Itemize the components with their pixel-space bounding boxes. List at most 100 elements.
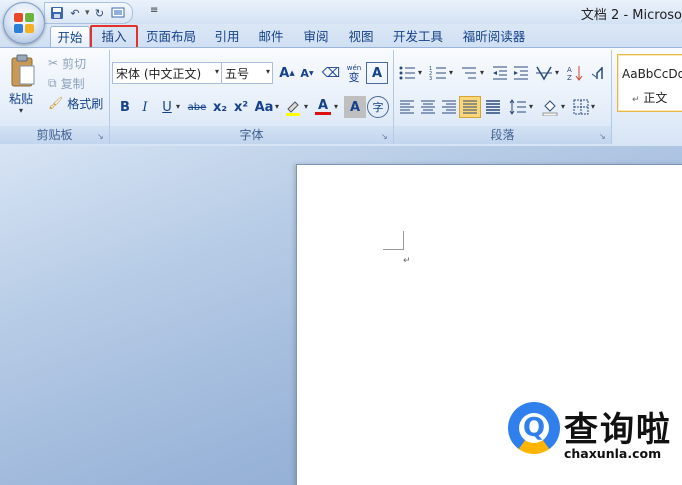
watermark-url: chaxunla.com xyxy=(564,446,662,461)
scissors-icon: ✂ xyxy=(48,56,59,70)
copy-button[interactable]: ⧉ 复制 xyxy=(48,74,85,92)
subscript-icon: x₂ xyxy=(212,99,228,115)
shrink-font-button[interactable]: A ▼ xyxy=(296,62,318,84)
paragraph-dialog-launcher-icon[interactable]: ↘ xyxy=(599,132,608,141)
multilevel-list-button[interactable] xyxy=(458,62,480,84)
font-size-value: 五号 xyxy=(225,67,250,81)
subscript-button[interactable]: x₂ xyxy=(209,96,231,118)
chinese-layout-icon xyxy=(536,66,552,81)
underline-button[interactable]: U xyxy=(156,96,178,118)
tab-foxit-reader[interactable]: 福昕阅读器 xyxy=(456,26,532,48)
align-left-button[interactable] xyxy=(396,96,418,118)
print-preview-icon[interactable] xyxy=(110,5,126,21)
enclose-characters-icon: 字 xyxy=(372,101,384,114)
tab-view[interactable]: 视图 xyxy=(342,26,380,48)
cut-label: 剪切 xyxy=(62,56,87,71)
italic-button[interactable]: I xyxy=(134,96,156,118)
grow-font-button[interactable]: A ▲ xyxy=(276,62,298,84)
font-size-combo[interactable]: 五号 ▾ xyxy=(221,62,273,84)
office-button[interactable] xyxy=(3,2,45,44)
ribbon-tab-bar: 开始 插入 页面布局 引用 邮件 审阅 视图 开发工具 福昕阅读器 xyxy=(0,24,682,49)
phonetic-char: 变 xyxy=(348,71,360,84)
decrease-indent-button[interactable] xyxy=(489,62,511,84)
numbering-dropdown-icon[interactable]: ▾ xyxy=(449,68,453,77)
save-icon[interactable] xyxy=(49,5,65,21)
line-spacing-dropdown-icon[interactable]: ▾ xyxy=(529,102,533,111)
superscript-button[interactable]: x² xyxy=(230,96,252,118)
paste-button[interactable]: 粘贴 ▾ xyxy=(2,50,42,124)
tab-insert[interactable]: 插入 xyxy=(90,25,138,49)
borders-dropdown-icon[interactable]: ▾ xyxy=(591,102,595,111)
cut-button[interactable]: ✂ 剪切 xyxy=(48,54,86,72)
multilevel-dropdown-icon[interactable]: ▾ xyxy=(480,68,484,77)
highlight-dropdown-icon[interactable]: ▾ xyxy=(304,102,308,111)
font-color-dropdown-icon[interactable]: ▾ xyxy=(334,102,338,111)
line-spacing-icon xyxy=(509,99,526,115)
clear-formatting-button[interactable]: ⌫ xyxy=(320,62,342,84)
shading-button[interactable] xyxy=(539,96,561,118)
tab-home[interactable]: 开始 xyxy=(50,26,90,49)
align-center-button[interactable] xyxy=(417,96,439,118)
show-marks-button[interactable] xyxy=(587,62,609,84)
change-case-dropdown-icon[interactable]: ▾ xyxy=(275,102,279,111)
copy-label: 复制 xyxy=(60,76,85,91)
bullets-button[interactable] xyxy=(396,62,418,84)
clipboard-dialog-launcher-icon[interactable]: ↘ xyxy=(97,132,106,141)
style-name: ↵ 正文 xyxy=(632,89,667,106)
eraser-icon: ⌫ xyxy=(321,65,341,81)
character-shading-button[interactable]: A xyxy=(344,96,366,118)
strikethrough-icon: abe xyxy=(187,101,207,113)
font-name-combo[interactable]: 宋体 (中文正文) ▾ xyxy=(112,62,222,84)
font-color-button[interactable]: A xyxy=(312,96,334,118)
phonetic-guide-button[interactable]: wén 变 xyxy=(343,62,365,84)
font-color-icon: A xyxy=(317,98,329,113)
customize-qat-icon[interactable]: ≡ xyxy=(150,5,158,16)
align-right-button[interactable] xyxy=(438,96,460,118)
underline-dropdown-icon[interactable]: ▾ xyxy=(176,102,180,111)
tab-developer[interactable]: 开发工具 xyxy=(387,26,449,48)
bold-icon: B xyxy=(120,99,130,115)
font-group-label: 字体 xyxy=(110,126,393,144)
justify-button[interactable] xyxy=(459,96,481,118)
styles-gallery-item-normal[interactable]: AaBbCcDd ↵ 正文 xyxy=(617,54,682,112)
undo-dropdown-icon[interactable]: ▾ xyxy=(85,8,90,18)
change-case-button[interactable]: Aa xyxy=(253,96,275,118)
font-group: 宋体 (中文正文) ▾ 五号 ▾ A ▲ A ▼ ⌫ wén 变 A B I U ▾… xyxy=(110,50,394,144)
sort-icon: AZ xyxy=(567,66,583,82)
format-painter-button[interactable]: 🖌 格式刷 xyxy=(48,94,103,112)
enclose-characters-button[interactable]: 字 xyxy=(367,96,389,118)
decrease-indent-icon xyxy=(493,66,507,80)
tab-page-layout[interactable]: 页面布局 xyxy=(140,26,202,48)
numbering-button[interactable]: 123 xyxy=(427,62,449,84)
bold-button[interactable]: B xyxy=(114,96,136,118)
tab-review[interactable]: 审阅 xyxy=(297,26,335,48)
character-border-button[interactable]: A xyxy=(366,62,388,84)
font-dialog-launcher-icon[interactable]: ↘ xyxy=(381,132,390,141)
chinese-layout-dropdown-icon[interactable]: ▾ xyxy=(555,68,559,77)
strikethrough-button[interactable]: abe xyxy=(186,96,208,118)
underline-icon: U xyxy=(162,99,172,115)
highlight-button[interactable] xyxy=(282,96,304,118)
redo-icon[interactable]: ↻ xyxy=(92,5,108,21)
paragraph-return-icon: ↵ xyxy=(632,95,640,105)
distributed-button[interactable] xyxy=(482,96,504,118)
shading-dropdown-icon[interactable]: ▾ xyxy=(561,102,565,111)
undo-icon[interactable]: ↶ xyxy=(67,5,83,21)
tab-references[interactable]: 引用 xyxy=(208,26,246,48)
multilevel-list-icon xyxy=(462,67,476,79)
line-spacing-button[interactable] xyxy=(507,96,529,118)
paste-dropdown-icon[interactable]: ▾ xyxy=(19,106,23,115)
superscript-icon: x² xyxy=(233,99,249,115)
copy-icon: ⧉ xyxy=(48,75,57,90)
borders-button[interactable] xyxy=(570,96,592,118)
watermark-brand: 查询啦 xyxy=(564,410,672,450)
increase-indent-button[interactable] xyxy=(510,62,532,84)
borders-icon xyxy=(573,99,589,115)
align-right-icon xyxy=(442,100,456,114)
chevron-down-icon: ▾ xyxy=(214,67,219,76)
bullets-dropdown-icon[interactable]: ▾ xyxy=(418,68,422,77)
tab-mailings[interactable]: 邮件 xyxy=(252,26,290,48)
chinese-layout-button[interactable] xyxy=(533,62,555,84)
grow-font-icon: A xyxy=(279,65,290,81)
sort-button[interactable]: AZ xyxy=(564,62,586,84)
